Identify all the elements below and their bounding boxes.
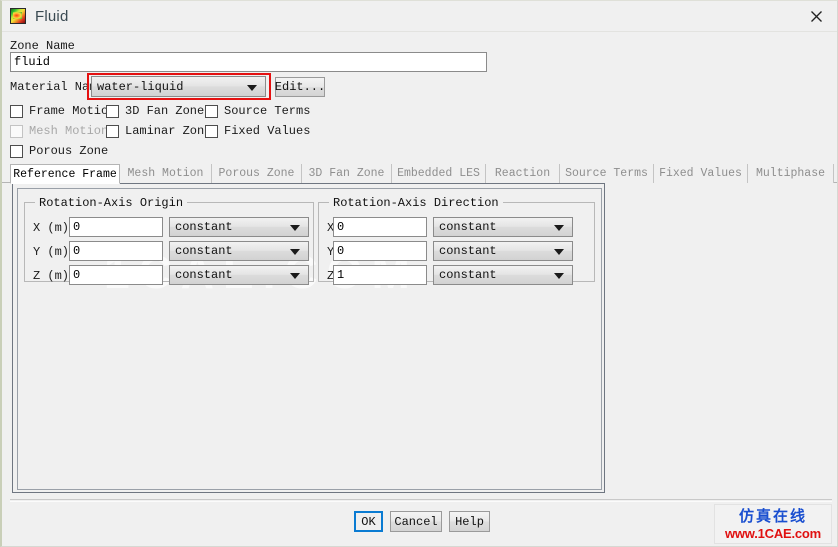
axis-method-value: constant — [439, 220, 497, 234]
close-button[interactable] — [794, 1, 837, 31]
help-button[interactable]: Help — [449, 511, 490, 532]
material-name-label: Material Name — [10, 80, 104, 94]
chevron-down-icon — [290, 273, 300, 279]
ok-button[interactable]: OK — [354, 511, 383, 532]
zone-name-label: Zone Name — [10, 39, 75, 53]
tab-source-terms[interactable]: Source Terms — [560, 164, 654, 183]
checkbox-fixed-values[interactable]: Fixed Values — [205, 124, 310, 138]
checkbox-label: Fixed Values — [224, 124, 311, 138]
rotation-axis-direction-group: Rotation-Axis Direction X 0 constant Y 0 cons… — [318, 196, 595, 285]
checkbox-box-icon — [10, 144, 23, 158]
checkbox-box-icon — [106, 104, 119, 118]
axis-method-value: constant — [175, 220, 233, 234]
title-bar: Fluid — [2, 1, 837, 31]
checkbox-box-icon — [10, 124, 23, 138]
checkbox-mesh-motion: Mesh Motion — [10, 124, 108, 138]
checkbox-porous-zone[interactable]: Porous Zone — [10, 144, 108, 158]
reference-frame-panel: 1CAE.COM Rotation-Axis Origin X (m)0cons… — [12, 183, 605, 493]
material-name-value: water-liquid — [97, 79, 184, 94]
checkbox-source-terms[interactable]: Source Terms — [205, 104, 310, 118]
tab-fixed-values[interactable]: Fixed Values — [654, 164, 748, 183]
axis-method-select[interactable]: constant — [433, 265, 573, 285]
checkbox-box-icon — [106, 124, 119, 138]
tab-label: Fixed Values — [659, 167, 742, 180]
axis-method-select[interactable]: constant — [169, 265, 309, 285]
zone-name-input[interactable]: fluid — [10, 52, 487, 72]
tab-label: Reaction — [494, 167, 551, 180]
checkbox-label: Porous Zone — [29, 144, 109, 158]
axis-value-input[interactable]: 1 — [333, 265, 427, 285]
footer-divider-highlight — [10, 501, 832, 502]
checkbox-label: Source Terms — [224, 104, 311, 118]
tab-label: Porous Zone — [218, 167, 295, 180]
checkbox-label: 3D Fan Zone — [125, 104, 205, 118]
tab-label: Multiphase — [755, 167, 825, 180]
footer-divider — [10, 499, 832, 500]
tab-multiphase[interactable]: Multiphase — [748, 164, 834, 183]
edit-material-button[interactable]: Edit... — [275, 77, 325, 97]
checkbox-label: Laminar Zone — [125, 124, 212, 138]
material-name-select[interactable]: water-liquid — [91, 76, 266, 97]
checkbox-box-icon — [205, 104, 218, 118]
rotation-axis-origin-title: Rotation-Axis Origin — [35, 196, 188, 210]
chevron-down-icon — [554, 225, 564, 231]
axis-method-value: constant — [439, 268, 497, 282]
fluid-dialog-window: Fluid Zone Name fluid Material Name wate… — [0, 0, 838, 547]
tab-reference-frame[interactable]: Reference Frame — [10, 164, 120, 184]
axis-value-input[interactable]: 0 — [69, 217, 163, 237]
chevron-down-icon — [554, 249, 564, 255]
tab-mesh-motion[interactable]: Mesh Motion — [120, 164, 212, 183]
checkbox-label: Frame Motion — [29, 104, 116, 118]
tab-label: Embedded LES — [397, 167, 480, 180]
axis-row-label: Y (m) — [33, 245, 70, 259]
tab-label: 3D Fan Zone — [308, 167, 385, 180]
axis-method-select[interactable]: constant — [169, 241, 309, 261]
tab-porous-zone[interactable]: Porous Zone — [212, 164, 302, 183]
site-logo: 仿真在线 www.1CAE.com — [714, 504, 832, 544]
checkbox-3d-fan-zone[interactable]: 3D Fan Zone — [106, 104, 204, 118]
chevron-down-icon — [247, 84, 257, 91]
chevron-down-icon — [290, 225, 300, 231]
checkbox-label: Mesh Motion — [29, 124, 109, 138]
axis-value-input[interactable]: 0 — [69, 265, 163, 285]
axis-method-select[interactable]: constant — [169, 217, 309, 237]
cancel-button[interactable]: Cancel — [390, 511, 442, 532]
axis-method-select[interactable]: constant — [433, 217, 573, 237]
window-title: Fluid — [35, 7, 69, 25]
reference-frame-panel-inner: 1CAE.COM Rotation-Axis Origin X (m)0cons… — [17, 188, 602, 490]
checkbox-box-icon — [205, 124, 218, 138]
checkbox-frame-motion[interactable]: Frame Motion — [10, 104, 115, 118]
tab-bar: Reference Frame Mesh Motion Porous Zone 3D … — [2, 164, 837, 184]
axis-value-input[interactable]: 0 — [333, 217, 427, 237]
tab-embedded-les[interactable]: Embedded LES — [392, 164, 486, 183]
checkbox-box-icon — [10, 104, 23, 118]
axis-row-label: X (m) — [33, 221, 70, 235]
rotation-axis-origin-group: Rotation-Axis Origin X (m) 0 constant Y (m)… — [24, 196, 314, 285]
titlebar-divider — [2, 31, 837, 32]
tab-reaction[interactable]: Reaction — [486, 164, 560, 183]
close-icon — [810, 10, 822, 22]
axis-method-value: constant — [175, 244, 233, 258]
tab-3d-fan-zone[interactable]: 3D Fan Zone — [302, 164, 392, 183]
rotation-axis-direction-title: Rotation-Axis Direction — [329, 196, 503, 210]
chevron-down-icon — [554, 273, 564, 279]
axis-row-label: Z (m) — [33, 269, 70, 283]
axis-value-input[interactable]: 0 — [333, 241, 427, 261]
axis-method-value: constant — [439, 244, 497, 258]
checkbox-laminar-zone[interactable]: Laminar Zone — [106, 124, 211, 138]
tab-label: Source Terms — [565, 167, 648, 180]
tab-label: Reference Frame — [13, 167, 117, 181]
chevron-down-icon — [290, 249, 300, 255]
axis-method-select[interactable]: constant — [433, 241, 573, 261]
axis-value-input[interactable]: 0 — [69, 241, 163, 261]
logo-url-text: www.1CAE.com — [724, 526, 822, 541]
logo-chinese-text: 仿真在线 — [738, 507, 807, 525]
fluent-contour-icon — [10, 8, 26, 24]
tab-label: Mesh Motion — [127, 167, 204, 180]
axis-method-value: constant — [175, 268, 233, 282]
